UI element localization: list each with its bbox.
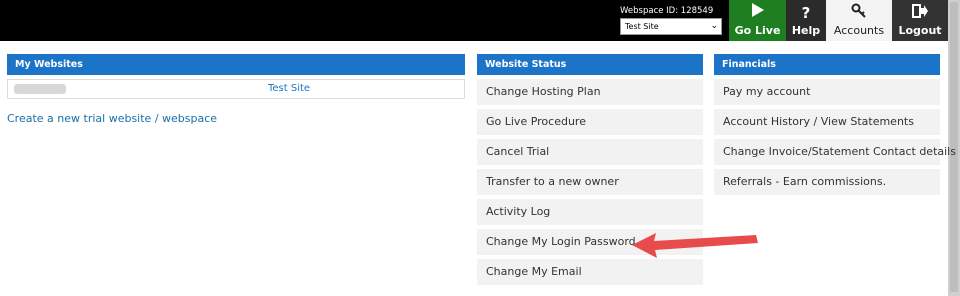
accounts-label: Accounts <box>833 24 885 37</box>
help-label: Help <box>791 24 821 37</box>
play-icon <box>729 2 786 24</box>
create-trial-website-link[interactable]: Create a new trial website / webspace <box>7 112 217 125</box>
logout-icon <box>892 2 948 24</box>
redacted-site-address <box>14 84 66 94</box>
top-bar: Webspace ID: 128549 Test Site ⌄ Go Live … <box>0 0 948 41</box>
financials-header: Financials <box>714 54 940 75</box>
accounts-button[interactable]: Accounts <box>826 0 892 41</box>
cancel-trial-item[interactable]: Cancel Trial <box>477 139 703 169</box>
my-websites-header: My Websites <box>7 54 465 75</box>
annotation-arrow-icon <box>632 233 758 258</box>
financials-panel: Financials Pay my account Account Histor… <box>714 54 956 199</box>
key-icon <box>826 2 892 24</box>
logout-label: Logout <box>898 24 942 37</box>
my-websites-panel: My Websites Test Site <box>7 54 465 99</box>
change-email-item[interactable]: Change My Email <box>477 259 703 289</box>
webspace-id-label: Webspace ID: 128549 <box>620 6 714 16</box>
go-live-button[interactable]: Go Live <box>729 0 786 41</box>
account-history-item[interactable]: Account History / View Statements <box>714 109 940 139</box>
help-button[interactable]: ? Help <box>786 0 826 41</box>
transfer-owner-item[interactable]: Transfer to a new owner <box>477 169 703 199</box>
change-hosting-plan-item[interactable]: Change Hosting Plan <box>477 79 703 109</box>
referrals-item[interactable]: Referrals - Earn commissions. <box>714 169 940 199</box>
chevron-down-icon: ⌄ <box>710 21 718 31</box>
go-live-label: Go Live <box>734 24 781 37</box>
question-icon: ? <box>801 4 811 22</box>
go-live-procedure-item[interactable]: Go Live Procedure <box>477 109 703 139</box>
website-row: Test Site <box>7 79 465 99</box>
webspace-select[interactable]: Test Site ⌄ <box>620 18 722 35</box>
pay-account-item[interactable]: Pay my account <box>714 79 940 109</box>
change-invoice-contact-item[interactable]: Change Invoice/Statement Contact details <box>714 139 956 169</box>
logout-button[interactable]: Logout <box>892 0 948 41</box>
test-site-link[interactable]: Test Site <box>268 80 310 98</box>
website-status-header: Website Status <box>477 54 703 75</box>
webspace-select-value: Test Site <box>625 22 659 31</box>
